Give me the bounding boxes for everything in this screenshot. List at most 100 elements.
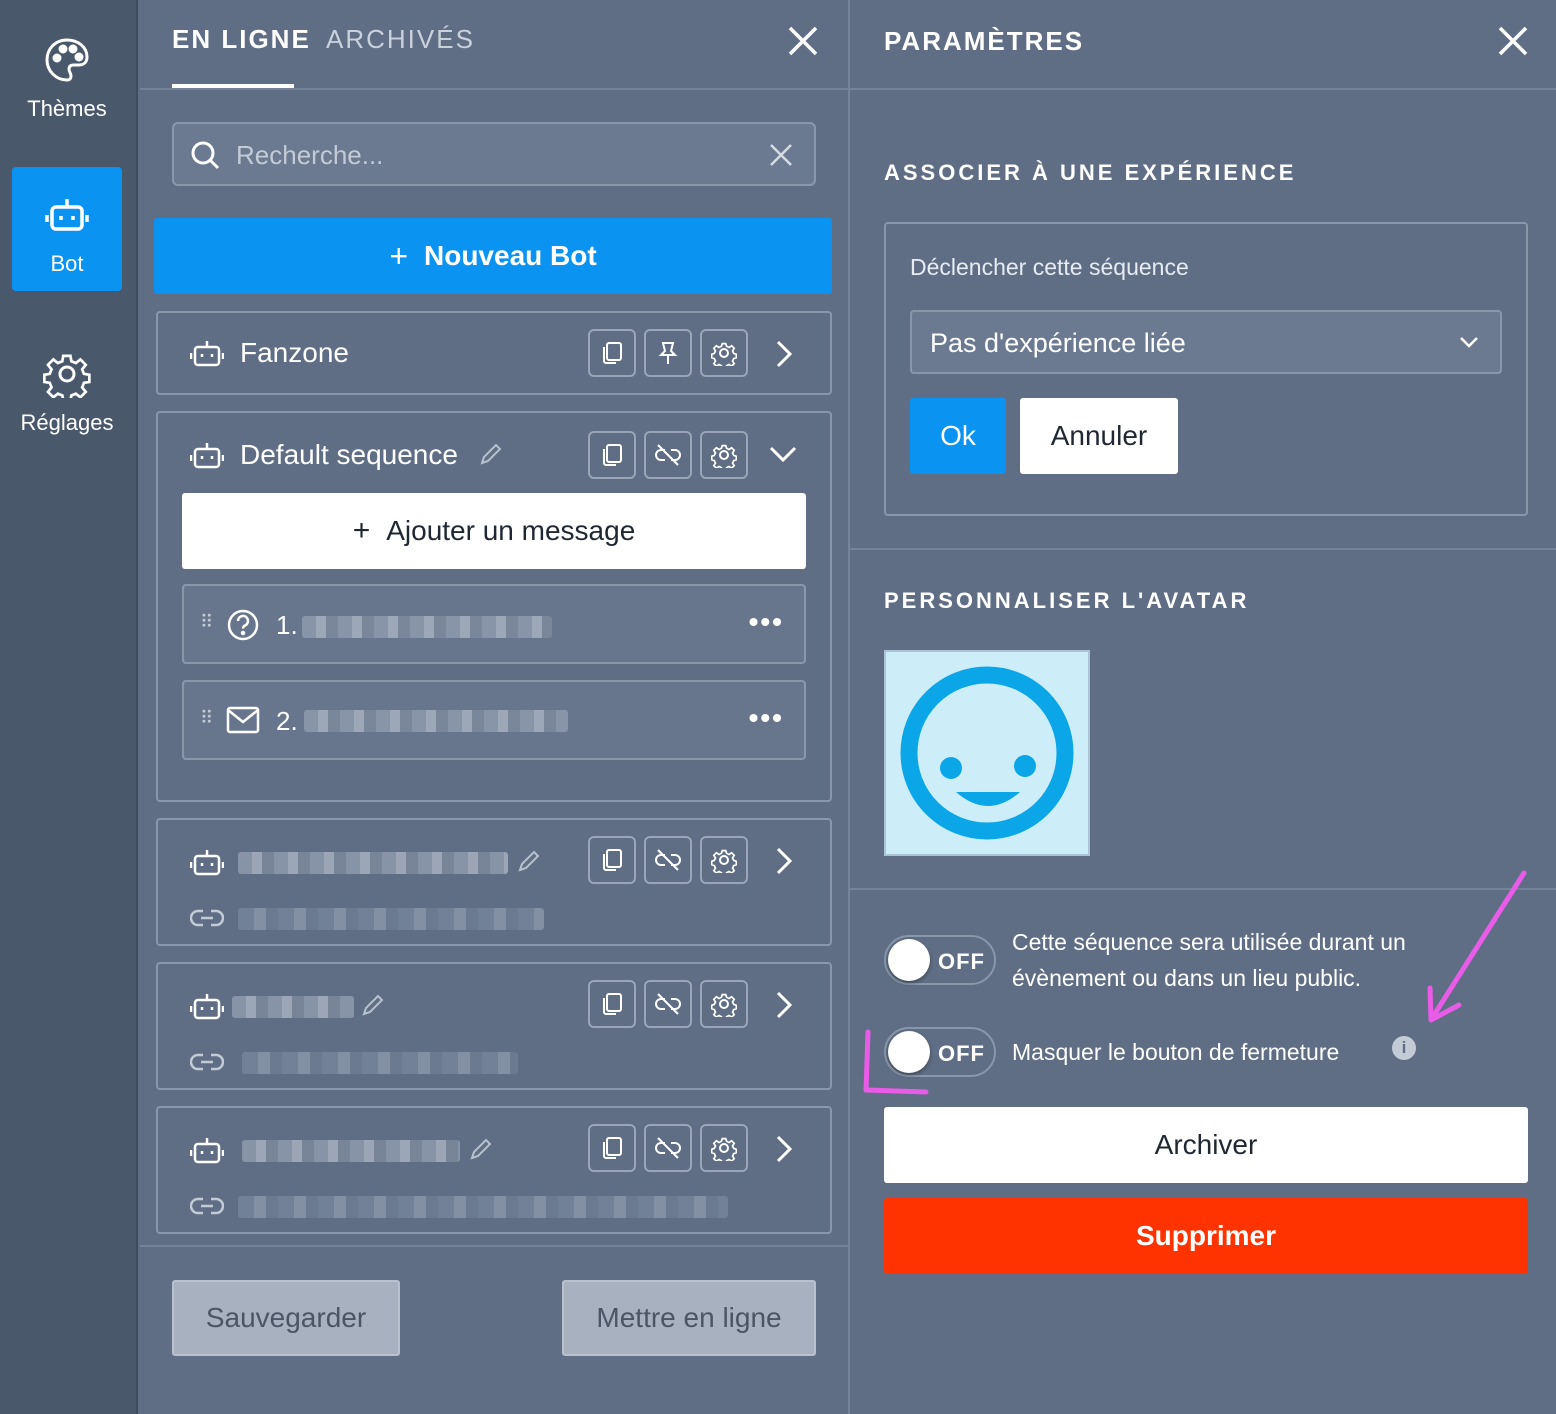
blurred-sequence-title (232, 996, 354, 1018)
hide-close-button-toggle[interactable]: OFF (884, 1027, 996, 1077)
tab-bar: EN LIGNE ARCHIVÉS (140, 0, 848, 90)
settings-button[interactable] (700, 980, 748, 1028)
public-event-toggle[interactable]: OFF (884, 935, 996, 985)
drag-handle-icon[interactable]: ⠿ (200, 612, 213, 633)
settings-button[interactable] (700, 1124, 748, 1172)
settings-button[interactable] (700, 431, 748, 479)
envelope-icon (226, 706, 260, 734)
gear-icon (711, 1137, 737, 1161)
duplicate-button[interactable] (588, 431, 636, 479)
sequence-title: Fanzone (240, 337, 349, 368)
rail-item-bot[interactable]: Bot (12, 167, 122, 291)
settings-header: PARAMÈTRES (850, 0, 1556, 90)
chevron-right-icon[interactable] (772, 846, 796, 876)
unlink-icon (655, 444, 681, 466)
ok-button[interactable]: Ok (910, 398, 1006, 474)
chevron-down-icon[interactable] (768, 443, 798, 465)
experience-select-value: Pas d'expérience liée (930, 328, 1186, 358)
avatar-heading: PERSONNALISER L'AVATAR (884, 588, 1250, 613)
unlink-button[interactable] (644, 836, 692, 884)
settings-button[interactable] (700, 329, 748, 377)
duplicate-button[interactable] (588, 1124, 636, 1172)
blurred-message-text (304, 710, 568, 732)
unlink-button[interactable] (644, 1124, 692, 1172)
gear-icon (711, 444, 737, 468)
sequence-card[interactable] (156, 1106, 832, 1234)
question-icon (227, 609, 259, 641)
toggle-knob (888, 1031, 930, 1073)
new-bot-label: Nouveau Bot (424, 240, 597, 271)
rail-label-themes: Thèmes (27, 96, 107, 121)
pencil-icon[interactable] (516, 848, 542, 874)
search-icon (191, 141, 220, 170)
blurred-sequence-title (238, 852, 508, 874)
link-icon (190, 909, 224, 927)
message-number: 2. (276, 706, 298, 736)
copy-icon (603, 342, 622, 364)
new-bot-button[interactable]: + Nouveau Bot (154, 218, 832, 294)
settings-button[interactable] (700, 836, 748, 884)
pencil-icon[interactable] (468, 1136, 494, 1162)
tab-online[interactable]: EN LIGNE (172, 24, 311, 55)
left-rail: Thèmes Bot Réglages (0, 0, 138, 1414)
gear-icon (711, 342, 737, 366)
pencil-icon[interactable] (360, 992, 386, 1018)
avatar-picker[interactable] (884, 650, 1090, 856)
sequence-card[interactable] (156, 962, 832, 1090)
copy-icon (603, 849, 622, 871)
chevron-right-icon[interactable] (772, 339, 796, 369)
rail-label-settings: Réglages (20, 410, 114, 435)
add-message-button[interactable]: + Ajouter un message (182, 493, 806, 569)
close-icon[interactable] (786, 24, 820, 58)
more-options-icon[interactable]: ••• (749, 606, 784, 638)
toggle-knob (888, 939, 930, 981)
sequence-card[interactable]: Fanzone (156, 311, 832, 395)
pin-icon (658, 342, 678, 364)
message-item[interactable]: ⠿ 2. ••• (182, 680, 806, 760)
link-icon (190, 1053, 224, 1071)
save-button[interactable]: Sauvegarder (172, 1280, 400, 1356)
message-item[interactable]: ⠿ 1. ••• (182, 584, 806, 664)
blurred-linked-experience (242, 1052, 518, 1074)
pin-button[interactable] (644, 329, 692, 377)
unlink-button[interactable] (644, 980, 692, 1028)
section-divider (850, 548, 1556, 550)
sequence-title: Default sequence (240, 439, 458, 470)
experience-select[interactable]: Pas d'expérience liée (910, 310, 1502, 374)
clear-search-icon[interactable] (768, 142, 794, 168)
palette-icon (45, 38, 89, 82)
duplicate-button[interactable] (588, 329, 636, 377)
pencil-icon[interactable] (478, 441, 504, 467)
chevron-down-icon (1460, 337, 1478, 348)
rail-label-bot: Bot (50, 251, 84, 276)
rail-item-themes[interactable]: Thèmes (12, 10, 122, 134)
trigger-label: Déclencher cette séquence (910, 254, 1189, 280)
info-icon[interactable]: i (1392, 1036, 1416, 1060)
robot-icon (45, 199, 89, 231)
search-placeholder: Recherche... (236, 140, 384, 170)
drag-handle-icon[interactable]: ⠿ (200, 708, 213, 729)
delete-button[interactable]: Supprimer (884, 1198, 1528, 1274)
cancel-button[interactable]: Annuler (1020, 398, 1178, 474)
unlink-button[interactable] (644, 431, 692, 479)
more-options-icon[interactable]: ••• (749, 702, 784, 734)
unlink-icon (655, 1137, 681, 1159)
duplicate-button[interactable] (588, 836, 636, 884)
close-icon[interactable] (1496, 24, 1530, 58)
copy-icon (603, 1137, 622, 1159)
publish-button[interactable]: Mettre en ligne (562, 1280, 816, 1356)
robot-icon (190, 341, 224, 367)
rail-item-settings[interactable]: Réglages (12, 324, 122, 448)
tab-archived[interactable]: ARCHIVÉS (326, 24, 475, 55)
chevron-right-icon[interactable] (772, 990, 796, 1020)
toggle-state: OFF (938, 949, 985, 974)
search-input[interactable]: Recherche... (172, 122, 816, 186)
sequence-card[interactable] (156, 818, 832, 946)
message-number: 1. (276, 610, 298, 640)
archive-button[interactable]: Archiver (884, 1107, 1528, 1183)
chevron-right-icon[interactable] (772, 1134, 796, 1164)
active-tab-indicator (172, 84, 294, 88)
plus-icon: + (389, 237, 408, 274)
gear-icon (711, 849, 737, 873)
duplicate-button[interactable] (588, 980, 636, 1028)
